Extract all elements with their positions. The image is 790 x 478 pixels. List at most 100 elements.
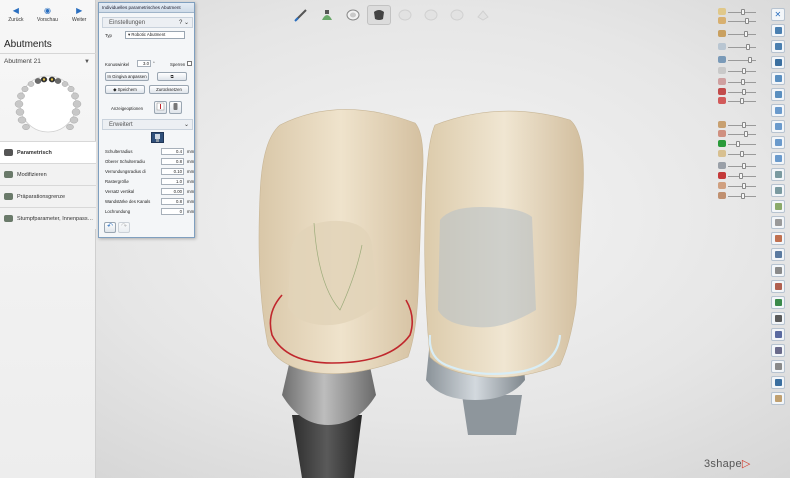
zoom-button[interactable] — [771, 168, 785, 181]
view-top-button[interactable] — [771, 104, 785, 117]
lock-button[interactable] — [771, 264, 785, 277]
visibility-toggle-icon[interactable] — [718, 56, 726, 63]
abutment-preview-icon[interactable] — [151, 132, 164, 143]
visibility-toggle-icon[interactable] — [718, 130, 726, 137]
slider-thumb[interactable] — [743, 31, 748, 37]
back-button[interactable]: ◀ Zurück — [2, 6, 30, 34]
slider-track[interactable] — [728, 47, 756, 48]
warning-button[interactable] — [771, 296, 785, 309]
slider-track[interactable] — [728, 144, 756, 145]
visibility-toggle-icon[interactable] — [718, 88, 726, 95]
implant-button[interactable] — [771, 344, 785, 357]
visibility-toggle-icon[interactable] — [718, 78, 726, 85]
type-select[interactable]: ▾ Robotic Abutment — [125, 31, 185, 39]
paint-button[interactable] — [771, 328, 785, 341]
advanced-section-header[interactable]: Erweitert ⌄ — [102, 119, 193, 130]
slider-track[interactable] — [728, 134, 756, 135]
param-input[interactable]: 0.10 — [161, 168, 184, 175]
tooth-dim-button-4[interactable] — [471, 5, 495, 25]
slider-thumb[interactable] — [742, 89, 747, 95]
slider-thumb[interactable] — [748, 57, 753, 63]
step-die-parameters[interactable]: Stumpfparameter, Innenpass… — [0, 207, 96, 229]
view-left-button[interactable] — [771, 136, 785, 149]
close-button[interactable]: ✕ — [771, 8, 785, 21]
view-right-button[interactable] — [771, 152, 785, 165]
reset-button[interactable]: Zurücksetzen — [149, 85, 189, 94]
save-button[interactable]: ◆ Speichern — [105, 85, 145, 94]
slider-thumb[interactable] — [741, 9, 746, 15]
lock-checkbox[interactable] — [187, 61, 192, 66]
view-back-button[interactable] — [771, 88, 785, 101]
slider-track[interactable] — [728, 34, 756, 35]
3d-viewport[interactable] — [240, 95, 600, 478]
settings-button[interactable] — [771, 360, 785, 373]
layers-button[interactable] — [771, 40, 785, 53]
slider-thumb[interactable] — [741, 193, 746, 199]
slider-thumb[interactable] — [746, 44, 750, 50]
visibility-toggle-icon[interactable] — [718, 140, 726, 147]
tooth-dim-button-1[interactable] — [393, 5, 417, 25]
visibility-toggle-icon[interactable] — [718, 162, 726, 169]
tooth-dim-button-2[interactable] — [419, 5, 443, 25]
param-input[interactable]: 0.4 — [161, 148, 184, 155]
visibility-toggle-icon[interactable] — [718, 67, 726, 74]
visibility-toggle-icon[interactable] — [718, 8, 726, 15]
slider-thumb[interactable] — [742, 68, 747, 74]
brush-tool-button[interactable] — [289, 5, 313, 25]
tooth-view-button[interactable] — [341, 5, 365, 25]
visibility-toggle-icon[interactable] — [718, 17, 726, 24]
next-button[interactable]: ▶ Weiter — [65, 6, 93, 34]
slider-thumb[interactable] — [743, 131, 748, 137]
screenshot-button[interactable] — [771, 56, 785, 69]
param-input[interactable]: 0 — [161, 208, 184, 215]
tooth-selector[interactable]: Abutment 21 ▼ — [0, 56, 96, 68]
step-parametric[interactable]: Parametrisch — [0, 141, 96, 163]
export-button[interactable] — [771, 376, 785, 389]
abutment-view-button[interactable] — [367, 5, 391, 25]
cone-angle-input[interactable]: 3.0 — [137, 60, 151, 67]
slider-thumb[interactable] — [736, 141, 741, 147]
visibility-toggle-icon[interactable] — [718, 30, 726, 37]
expand-button[interactable] — [771, 24, 785, 37]
slider-thumb[interactable] — [742, 163, 747, 169]
param-input[interactable]: 0.8 — [161, 198, 184, 205]
visibility-toggle-icon[interactable] — [718, 97, 726, 104]
undo-button[interactable]: ↶ — [104, 222, 116, 233]
camera-button[interactable] — [771, 312, 785, 325]
slider-thumb[interactable] — [742, 122, 747, 128]
measure-button[interactable] — [771, 184, 785, 197]
visibility-toggle-icon[interactable] — [718, 121, 726, 128]
display-option-gray-button[interactable] — [169, 101, 182, 114]
step-preparation-line[interactable]: Präparationsgrenze — [0, 185, 96, 207]
settings-header-icons[interactable]: ? ⌄ — [179, 18, 189, 28]
step-modify[interactable]: Modifizieren — [0, 163, 96, 185]
slider-thumb[interactable] — [744, 18, 749, 24]
slider-track[interactable] — [728, 21, 756, 22]
slider-thumb[interactable] — [738, 173, 743, 179]
visibility-toggle-icon[interactable] — [718, 172, 726, 179]
chevron-down-icon[interactable]: ⌄ — [184, 120, 189, 130]
grid-button[interactable] — [771, 248, 785, 261]
help-button[interactable] — [771, 392, 785, 405]
param-input[interactable]: 0.00 — [161, 188, 184, 195]
slider-thumb[interactable] — [742, 183, 747, 189]
left-abutment[interactable] — [282, 357, 376, 478]
display-option-red-button[interactable] — [154, 101, 167, 114]
visibility-toggle-icon[interactable] — [718, 182, 726, 189]
redo-button[interactable]: ↷ — [118, 222, 130, 233]
view-front-button[interactable] — [771, 72, 785, 85]
visibility-toggle-icon[interactable] — [718, 192, 726, 199]
face-button[interactable] — [771, 280, 785, 293]
visibility-toggle-icon[interactable] — [718, 43, 726, 50]
view-bottom-button[interactable] — [771, 120, 785, 133]
tooth-button[interactable] — [771, 232, 785, 245]
slider-thumb[interactable] — [741, 79, 746, 85]
settings-section-header[interactable]: Einstellungen ? ⌄ — [102, 17, 193, 28]
transparency-button[interactable] — [771, 216, 785, 229]
slider-thumb[interactable] — [740, 151, 744, 157]
section-button[interactable] — [771, 200, 785, 213]
fit-gingiva-button[interactable]: In Gingiva anpassen — [105, 72, 149, 81]
jaw-map[interactable] — [6, 70, 90, 138]
preview-button[interactable]: ◉ Vorschau — [33, 6, 61, 34]
param-input[interactable]: 0.8 — [161, 158, 184, 165]
